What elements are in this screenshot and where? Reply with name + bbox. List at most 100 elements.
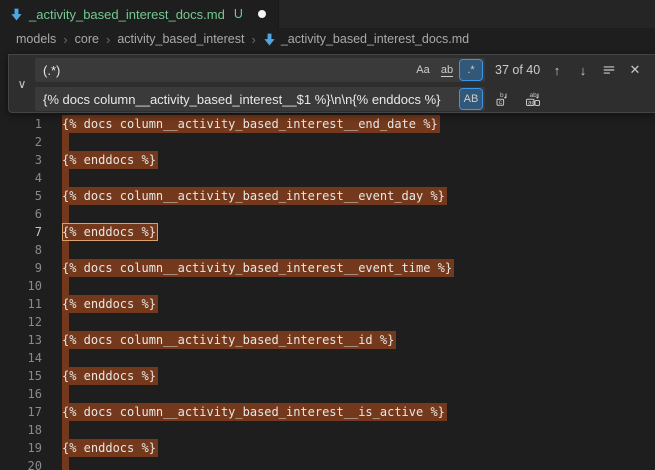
code-line[interactable]: 11{% enddocs %} — [0, 295, 655, 313]
match-highlight: {% docs column__activity_based_interest_… — [62, 115, 440, 133]
code-line[interactable]: 3{% enddocs %} — [0, 151, 655, 169]
replace-input[interactable] — [43, 92, 458, 107]
match-case-button[interactable]: Aa — [412, 60, 434, 80]
code-line[interactable]: 5 {% docs column__activity_based_interest… — [0, 187, 655, 205]
breadcrumb-label: activity_based_interest — [117, 32, 244, 46]
replace-input-box: AB — [35, 87, 485, 111]
previous-match-button[interactable]: ↑ — [547, 60, 567, 80]
replace-all-icon: ab ac — [525, 91, 541, 107]
breadcrumb-item[interactable]: models — [16, 32, 56, 46]
match-highlight: {% enddocs %} — [62, 151, 158, 169]
match-highlight: {% docs column__activity_based_interest_… — [62, 331, 396, 349]
line-text[interactable] — [62, 169, 69, 187]
line-text[interactable] — [62, 313, 69, 331]
line-text[interactable] — [62, 385, 69, 403]
code-line[interactable]: 19 {% enddocs %} — [0, 439, 655, 457]
code-line[interactable]: 9{% docs column__activity_based_interest… — [0, 259, 655, 277]
match-highlight: {% docs column__activity_based_interest_… — [62, 403, 447, 421]
breadcrumb-label: models — [16, 32, 56, 46]
breadcrumb-item[interactable]: activity_based_interest — [117, 32, 244, 46]
whole-word-label: ab — [441, 64, 453, 77]
line-number: 13 — [0, 331, 42, 349]
regex-button[interactable]: .* — [460, 60, 482, 80]
close-icon[interactable]: ✕ — [625, 60, 645, 80]
code-line[interactable]: 17{% docs column__activity_based_interes… — [0, 403, 655, 421]
line-text[interactable]: {% docs column__activity_based_interest_… — [62, 403, 447, 421]
editor: ∨ Aa ab .* 37 of 40 ↑ ↓ — [0, 50, 655, 470]
current-match-highlight: {% enddocs %} — [62, 223, 158, 241]
replace-row: AB b c ab — [35, 87, 651, 111]
line-number: 1 — [0, 115, 42, 133]
find-in-selection-button[interactable] — [599, 60, 619, 80]
match-highlight: {% docs column__activity_based_interest_… — [62, 259, 454, 277]
svg-text:b: b — [500, 92, 504, 99]
preserve-case-button[interactable]: AB — [460, 89, 482, 109]
replace-all-button[interactable]: ab ac — [523, 89, 543, 109]
replace-icon: b c — [495, 91, 511, 107]
line-number: 19 — [0, 439, 42, 457]
line-text[interactable] — [62, 421, 69, 439]
line-text[interactable] — [62, 457, 69, 470]
code-line[interactable]: 10 — [0, 277, 655, 295]
code-line[interactable]: 13 {% docs column__activity_based_interes… — [0, 331, 655, 349]
empty-match-highlight — [62, 385, 69, 403]
tab-active-file[interactable]: _activity_based_interest_docs.md U — [0, 0, 279, 28]
line-number: 4 — [0, 169, 42, 187]
chevron-right-icon: › — [63, 32, 67, 47]
breadcrumb-item[interactable]: _activity_based_interest_docs.md — [263, 32, 469, 46]
code-line[interactable]: 8 — [0, 241, 655, 259]
chevron-right-icon: › — [106, 32, 110, 47]
tab-title: _activity_based_interest_docs.md — [29, 7, 225, 22]
chevron-right-icon: › — [251, 32, 255, 47]
git-status-badge: U — [234, 7, 243, 21]
match-highlight: {% enddocs %} — [62, 295, 158, 313]
line-text[interactable]: {% enddocs %} — [62, 223, 158, 241]
line-text[interactable]: {% docs column__activity_based_interest_… — [62, 259, 454, 277]
empty-match-highlight — [62, 133, 69, 151]
line-text[interactable] — [62, 241, 69, 259]
line-number: 12 — [0, 313, 42, 331]
code-line[interactable]: 4 — [0, 169, 655, 187]
line-text[interactable]: {% enddocs %} — [62, 439, 158, 457]
whole-word-button[interactable]: ab — [436, 60, 458, 80]
find-input[interactable] — [43, 63, 410, 78]
line-number: 7 — [0, 223, 42, 241]
breadcrumb-item[interactable]: core — [75, 32, 99, 46]
code-line[interactable]: 6 — [0, 205, 655, 223]
line-text[interactable] — [62, 277, 69, 295]
line-text[interactable]: {% docs column__activity_based_interest_… — [62, 115, 440, 133]
code-line[interactable]: 1 {% docs column__activity_based_interest… — [0, 115, 655, 133]
line-text[interactable] — [62, 133, 69, 151]
code-line[interactable]: 12 — [0, 313, 655, 331]
svg-text:ac: ac — [528, 99, 536, 106]
unsaved-changes-dot[interactable] — [258, 10, 266, 18]
breadcrumb-label: core — [75, 32, 99, 46]
toggle-replace-button[interactable]: ∨ — [9, 55, 35, 112]
code-area[interactable]: 1 {% docs column__activity_based_interest… — [0, 115, 655, 470]
code-line[interactable]: 7 {% enddocs %} — [0, 223, 655, 241]
next-match-button[interactable]: ↓ — [573, 60, 593, 80]
code-line[interactable]: 2 — [0, 133, 655, 151]
line-text[interactable]: {% enddocs %} — [62, 367, 158, 385]
empty-match-highlight — [62, 313, 69, 331]
empty-match-highlight — [62, 277, 69, 295]
line-text[interactable]: {% docs column__activity_based_interest_… — [62, 331, 396, 349]
line-text[interactable] — [62, 349, 69, 367]
replace-button[interactable]: b c — [493, 89, 513, 109]
code-line[interactable]: 16 — [0, 385, 655, 403]
empty-match-highlight — [62, 205, 69, 223]
code-line[interactable]: 14 — [0, 349, 655, 367]
markdown-icon — [10, 8, 23, 21]
line-number: 18 — [0, 421, 42, 439]
code-line[interactable]: 15{% enddocs %} — [0, 367, 655, 385]
line-text[interactable]: {% enddocs %} — [62, 151, 158, 169]
svg-text:ab: ab — [530, 92, 538, 99]
line-text[interactable]: {% enddocs %} — [62, 295, 158, 313]
line-number: 2 — [0, 133, 42, 151]
find-input-box: Aa ab .* — [35, 58, 485, 82]
code-line[interactable]: 20 — [0, 457, 655, 470]
line-text[interactable]: {% docs column__activity_based_interest_… — [62, 187, 447, 205]
line-number: 5 — [0, 187, 42, 205]
line-text[interactable] — [62, 205, 69, 223]
code-line[interactable]: 18 — [0, 421, 655, 439]
